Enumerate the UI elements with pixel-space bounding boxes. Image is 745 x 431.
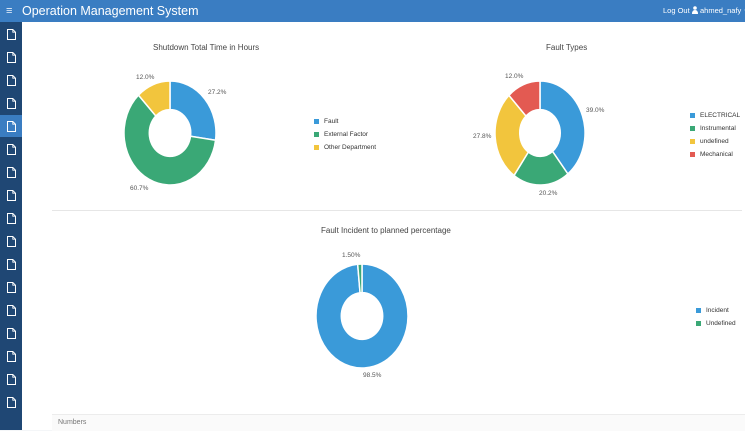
legend-swatch	[696, 321, 701, 326]
sidebar-item-12[interactable]	[0, 276, 22, 298]
incident-donut-chart	[315, 263, 409, 369]
menu-icon[interactable]: ≡	[6, 4, 12, 18]
file-icon	[6, 281, 16, 293]
sidebar-item-13[interactable]	[0, 299, 22, 321]
file-icon	[6, 235, 16, 247]
sidebar-item-8[interactable]	[0, 184, 22, 206]
incident-legend: Incident Undefined	[696, 304, 736, 330]
legend-swatch	[314, 145, 319, 150]
user-menu[interactable]: ahmed_nafy▼	[692, 5, 745, 18]
file-icon	[6, 189, 16, 201]
legend-item-other-department[interactable]: Other Department	[314, 141, 376, 154]
sidebar-item-6[interactable]	[0, 138, 22, 160]
legend-label: Instrumental	[700, 125, 736, 132]
file-icon	[6, 212, 16, 224]
sidebar-item-1[interactable]	[0, 23, 22, 45]
file-icon	[6, 51, 16, 63]
legend-item-incident[interactable]: Incident	[696, 304, 736, 317]
sidebar-item-15[interactable]	[0, 345, 22, 367]
top-bar: ≡ Operation Management System Log Out ah…	[0, 0, 745, 22]
legend-swatch	[690, 126, 695, 131]
legend-label: Fault	[324, 118, 339, 125]
sidebar	[0, 22, 22, 430]
shutdown-label-other: 12.0%	[136, 74, 155, 81]
file-icon	[6, 74, 16, 86]
shutdown-label-fault: 27.2%	[208, 89, 227, 96]
fault-types-label-electrical: 39.0%	[586, 107, 605, 114]
sidebar-item-2[interactable]	[0, 46, 22, 68]
sidebar-item-16[interactable]	[0, 368, 22, 390]
file-icon	[6, 28, 16, 40]
shutdown-chart-title: Shutdown Total Time in Hours	[153, 43, 260, 52]
legend-label: ELECTRICAL	[700, 112, 741, 119]
file-icon	[6, 350, 16, 362]
incident-label-undefined: 1.50%	[342, 252, 361, 259]
legend-swatch	[314, 132, 319, 137]
file-icon	[6, 304, 16, 316]
shutdown-legend: Fault External Factor Other Department	[314, 115, 376, 154]
app-title: Operation Management System	[22, 4, 199, 18]
sidebar-item-7[interactable]	[0, 161, 22, 183]
fault-types-label-undefined: 27.8%	[473, 133, 492, 140]
fault-types-label-instrumental: 20.2%	[539, 190, 558, 197]
section-divider	[52, 210, 742, 211]
file-icon	[6, 396, 16, 408]
sidebar-item-11[interactable]	[0, 253, 22, 275]
sidebar-item-9[interactable]	[0, 207, 22, 229]
legend-label: Undefined	[706, 320, 736, 327]
logout-link[interactable]: Log Out	[663, 5, 690, 17]
file-icon	[6, 373, 16, 385]
sidebar-item-3[interactable]	[0, 69, 22, 91]
sidebar-item-10[interactable]	[0, 230, 22, 252]
sidebar-item-4[interactable]	[0, 92, 22, 114]
legend-label: undefined	[700, 138, 729, 145]
legend-item-mechanical[interactable]: Mechanical	[690, 148, 740, 161]
shutdown-label-external: 60.7%	[130, 185, 149, 192]
legend-swatch	[696, 308, 701, 313]
legend-item-undefined[interactable]: undefined	[690, 135, 740, 148]
legend-swatch	[314, 119, 319, 124]
legend-item-electrical[interactable]: ELECTRICAL	[690, 109, 740, 122]
file-icon	[6, 120, 16, 132]
file-icon	[6, 143, 16, 155]
legend-item-external-factor[interactable]: External Factor	[314, 128, 376, 141]
sidebar-item-5[interactable]	[0, 115, 22, 137]
sidebar-item-17[interactable]	[0, 391, 22, 413]
legend-label: Incident	[706, 307, 729, 314]
numbers-section: Numbers	[52, 414, 745, 431]
username: ahmed_nafy	[700, 6, 742, 15]
incident-label-incident: 98.5%	[363, 372, 382, 379]
file-icon	[6, 327, 16, 339]
dashboard-panel: Shutdown Total Time in Hours 27.2% 60.7%…	[22, 22, 745, 431]
legend-swatch	[690, 113, 695, 118]
legend-label: Mechanical	[700, 151, 733, 158]
legend-label: Other Department	[324, 144, 377, 151]
legend-label: External Factor	[324, 131, 369, 138]
shutdown-donut-chart	[123, 80, 217, 186]
file-icon	[6, 258, 16, 270]
sidebar-item-14[interactable]	[0, 322, 22, 344]
incident-chart-title: Fault Incident to planned percentage	[321, 226, 451, 235]
file-icon	[6, 97, 16, 109]
legend-item-instrumental[interactable]: Instrumental	[690, 122, 740, 135]
legend-swatch	[690, 139, 695, 144]
fault-types-donut-chart	[494, 80, 586, 186]
legend-item-fault[interactable]: Fault	[314, 115, 376, 128]
fault-types-legend: ELECTRICAL Instrumental undefined Mechanica…	[690, 109, 740, 161]
legend-swatch	[690, 152, 695, 157]
user-icon	[692, 6, 698, 14]
fault-types-label-mechanical: 12.0%	[505, 73, 524, 80]
legend-item-undefined[interactable]: Undefined	[696, 317, 736, 330]
numbers-heading: Numbers	[58, 419, 87, 426]
fault-types-chart-title: Fault Types	[546, 43, 588, 52]
file-icon	[6, 166, 16, 178]
